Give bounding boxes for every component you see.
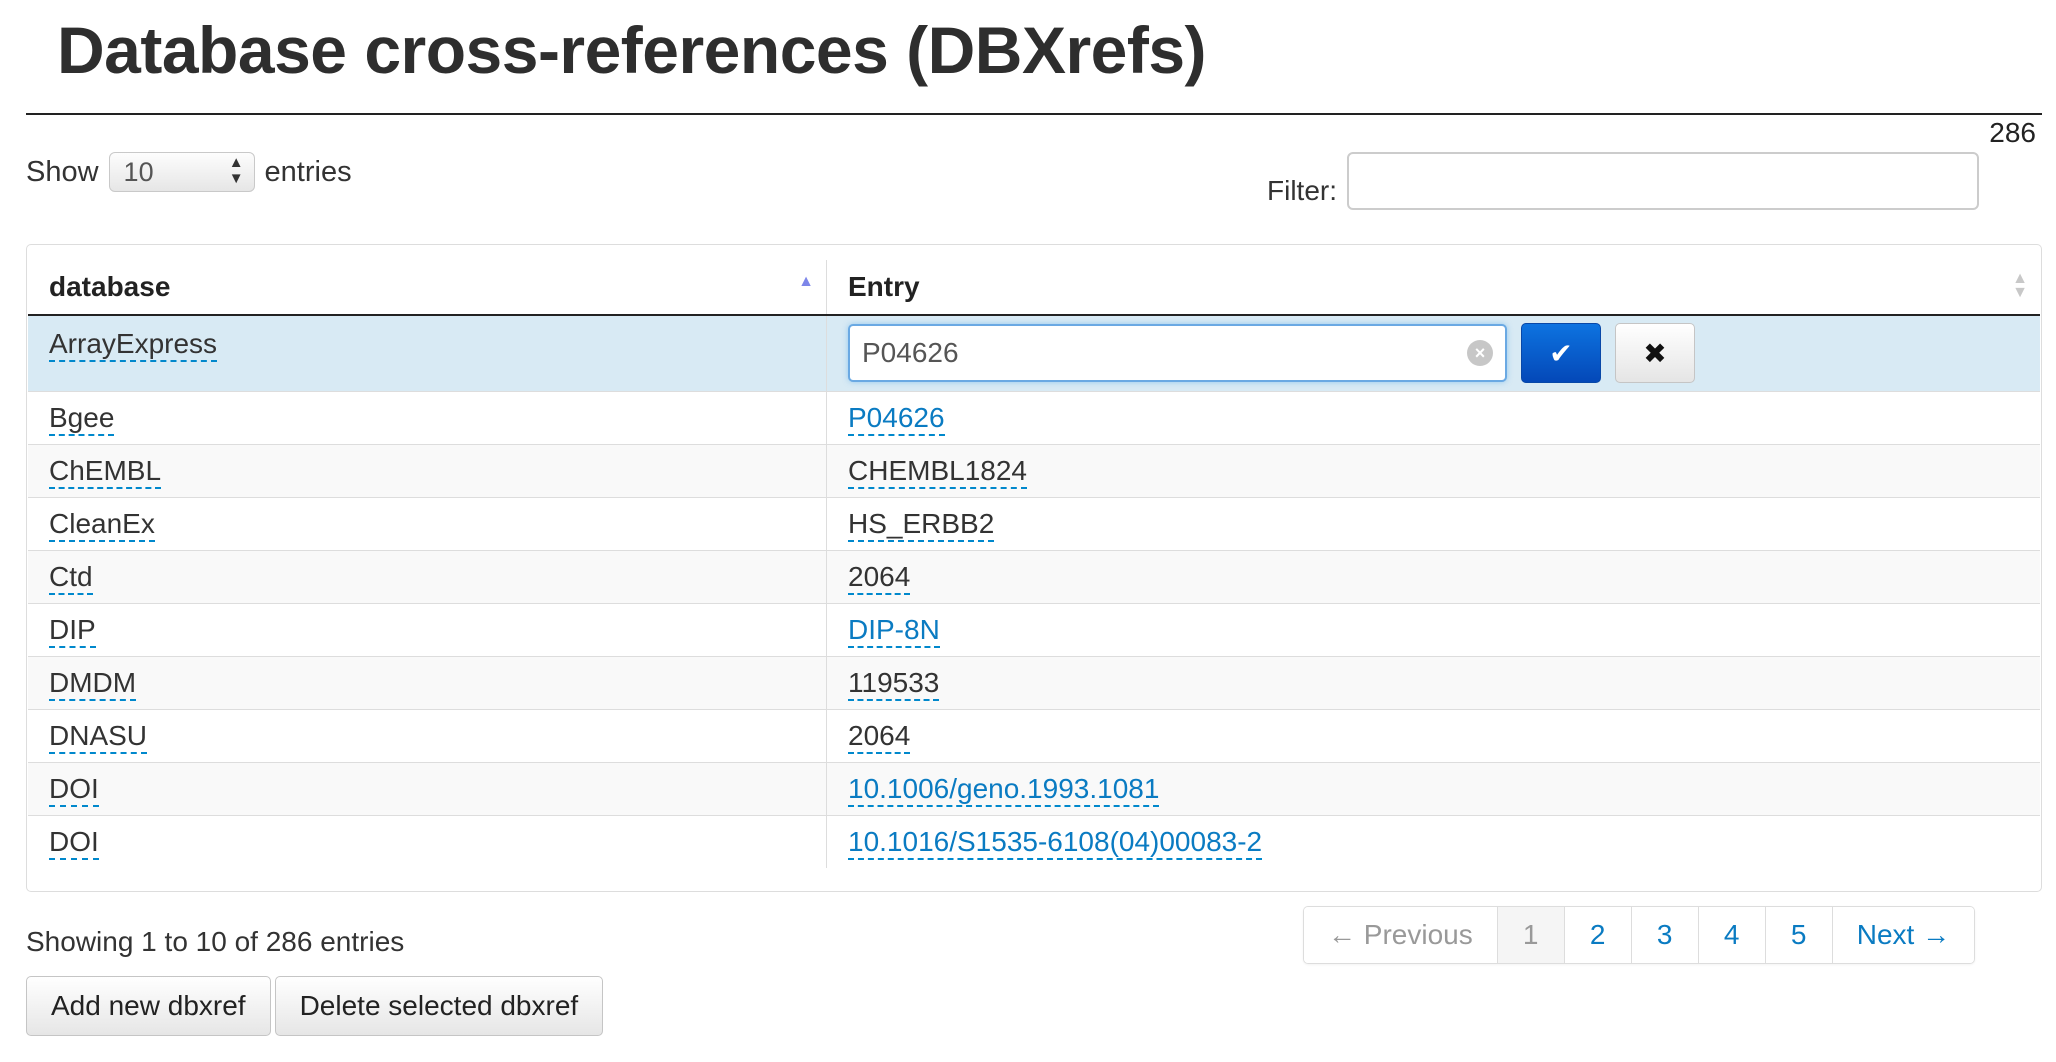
table-row[interactable]: DIP DIP-8N (28, 602, 2040, 656)
database-value[interactable]: Ctd (49, 560, 93, 595)
database-cell: DIP (28, 602, 827, 656)
updown-arrows-icon: ▲ ▼ (228, 154, 244, 187)
database-cell: ChEMBL (28, 443, 827, 497)
database-cell: CleanEx (28, 496, 827, 550)
database-cell: DOI (28, 761, 827, 815)
database-value[interactable]: ChEMBL (49, 454, 162, 489)
confirm-edit-button[interactable]: ✔ (1521, 323, 1601, 384)
delete-dbxref-button[interactable]: Delete selected dbxref (274, 976, 604, 1036)
show-label: Show (26, 155, 99, 188)
dbxref-page: Database cross-references (DBXrefs) 286 … (0, 0, 2056, 1062)
filter-label: Filter: (1267, 175, 1337, 206)
database-value[interactable]: DMDM (49, 666, 137, 701)
database-value[interactable]: ArrayExpress (49, 328, 218, 362)
page-button-1[interactable]: 1 (1496, 907, 1564, 963)
entry-cell: 10.1016/S1535-6108(04)00083-2 (826, 814, 2040, 868)
column-header-database[interactable]: database ▲ (28, 260, 827, 316)
table-row[interactable]: DNASU 2064 (28, 708, 2040, 762)
entry-cell: 2064 (826, 708, 2040, 762)
inline-edit-form: × ✔ ✖ (848, 323, 2040, 384)
entry-value[interactable]: 2064 (848, 719, 911, 754)
entries-per-page-select[interactable]: 10 ▲ ▼ (108, 152, 255, 192)
database-cell: DNASU (28, 708, 827, 762)
entry-link[interactable]: P04626 (848, 401, 945, 436)
entry-cell: DIP-8N (826, 602, 2040, 656)
entries-length-control: Show 10 ▲ ▼ entries (26, 152, 352, 192)
total-count: 286 (1989, 117, 2036, 148)
entries-label: entries (264, 155, 352, 188)
page-button-3[interactable]: 3 (1630, 907, 1698, 963)
table-row[interactable]: DOI 10.1016/S1535-6108(04)00083-2 (28, 814, 2040, 868)
entry-value[interactable]: 119533 (848, 666, 940, 701)
database-cell: DMDM (28, 655, 827, 709)
clear-icon[interactable]: × (1467, 340, 1493, 367)
next-page-button[interactable]: Next → (1831, 907, 1975, 963)
page-button-4[interactable]: 4 (1697, 907, 1765, 963)
entry-cell: × ✔ ✖ (826, 314, 2040, 391)
column-header-label: database (49, 271, 171, 302)
table-row[interactable]: CleanEx HS_ERBB2 (28, 496, 2040, 550)
database-cell: Ctd (28, 549, 827, 603)
cancel-edit-button[interactable]: ✖ (1615, 323, 1695, 384)
filter-input[interactable] (1347, 152, 1979, 210)
database-value[interactable]: DOI (49, 825, 99, 860)
previous-page-button[interactable]: ← Previous (1304, 907, 1497, 963)
table-row[interactable]: DOI 10.1006/geno.1993.1081 (28, 761, 2040, 815)
dbxref-table-container: database ▲ Entry ▲ ▼ ArrayExpress P04626… (26, 244, 2042, 892)
title-divider (26, 113, 2042, 115)
table-row-editing[interactable]: ArrayExpress × ✔ ✖ (28, 314, 2040, 391)
entry-cell: CHEMBL1824 (826, 443, 2040, 497)
database-value[interactable]: DIP (49, 613, 96, 648)
entry-value[interactable]: CHEMBL1824 (848, 454, 1027, 489)
entry-cell: 10.1006/geno.1993.1081 (826, 761, 2040, 815)
close-icon: ✖ (1643, 337, 1667, 369)
dbxref-table: database ▲ Entry ▲ ▼ ArrayExpress P04626… (28, 260, 2040, 868)
entry-value[interactable]: 2064 (848, 560, 911, 595)
entry-edit-field[interactable]: × (848, 324, 1507, 383)
page-button-5[interactable]: 5 (1764, 907, 1832, 963)
sort-ascending-icon: ▲ (798, 273, 814, 290)
table-row[interactable]: DMDM 119533 (28, 655, 2040, 709)
entry-cell: 2064 (826, 549, 2040, 603)
column-header-entry[interactable]: Entry ▲ ▼ (826, 260, 2040, 316)
entry-link[interactable]: DIP-8N (848, 613, 940, 648)
table-info: Showing 1 to 10 of 286 entries (26, 926, 405, 957)
table-row[interactable]: Ctd 2064 (28, 549, 2040, 603)
entry-edit-input[interactable] (850, 326, 1454, 381)
table-row[interactable]: ChEMBL CHEMBL1824 (28, 443, 2040, 497)
page-title: Database cross-references (DBXrefs) (57, 13, 1207, 87)
entry-cell: HS_ERBB2 (826, 496, 2040, 550)
table-actions: Add new dbxref Delete selected dbxref (26, 976, 604, 1036)
database-cell: DOI (28, 814, 827, 868)
entry-cell: 119533 (826, 655, 2040, 709)
entry-link[interactable]: 10.1016/S1535-6108(04)00083-2 (848, 825, 1263, 860)
column-header-label: Entry (848, 271, 920, 302)
database-value[interactable]: DOI (49, 772, 99, 807)
page-button-2[interactable]: 2 (1563, 907, 1631, 963)
add-dbxref-button[interactable]: Add new dbxref (26, 976, 271, 1036)
database-value[interactable]: Bgee (49, 401, 115, 436)
entry-cell: P04626 (826, 390, 2040, 444)
database-value[interactable]: DNASU (49, 719, 148, 754)
entry-link[interactable]: 10.1006/geno.1993.1081 (848, 772, 1160, 807)
filter-control: Filter: (1267, 152, 1979, 210)
table-row[interactable]: Bgee P04626 (28, 390, 2040, 444)
entries-per-page-value: 10 (123, 157, 154, 187)
sort-both-icon: ▲ ▼ (2012, 270, 2028, 301)
database-cell: ArrayExpress (28, 314, 827, 391)
database-cell: Bgee (28, 390, 827, 444)
database-value[interactable]: CleanEx (49, 507, 155, 542)
checkmark-icon: ✔ (1549, 337, 1573, 369)
pagination: ← Previous 1 2 3 4 5 Next → (1303, 906, 1976, 964)
table-header-row: database ▲ Entry ▲ ▼ (28, 260, 2040, 316)
entry-value[interactable]: HS_ERBB2 (848, 507, 995, 542)
